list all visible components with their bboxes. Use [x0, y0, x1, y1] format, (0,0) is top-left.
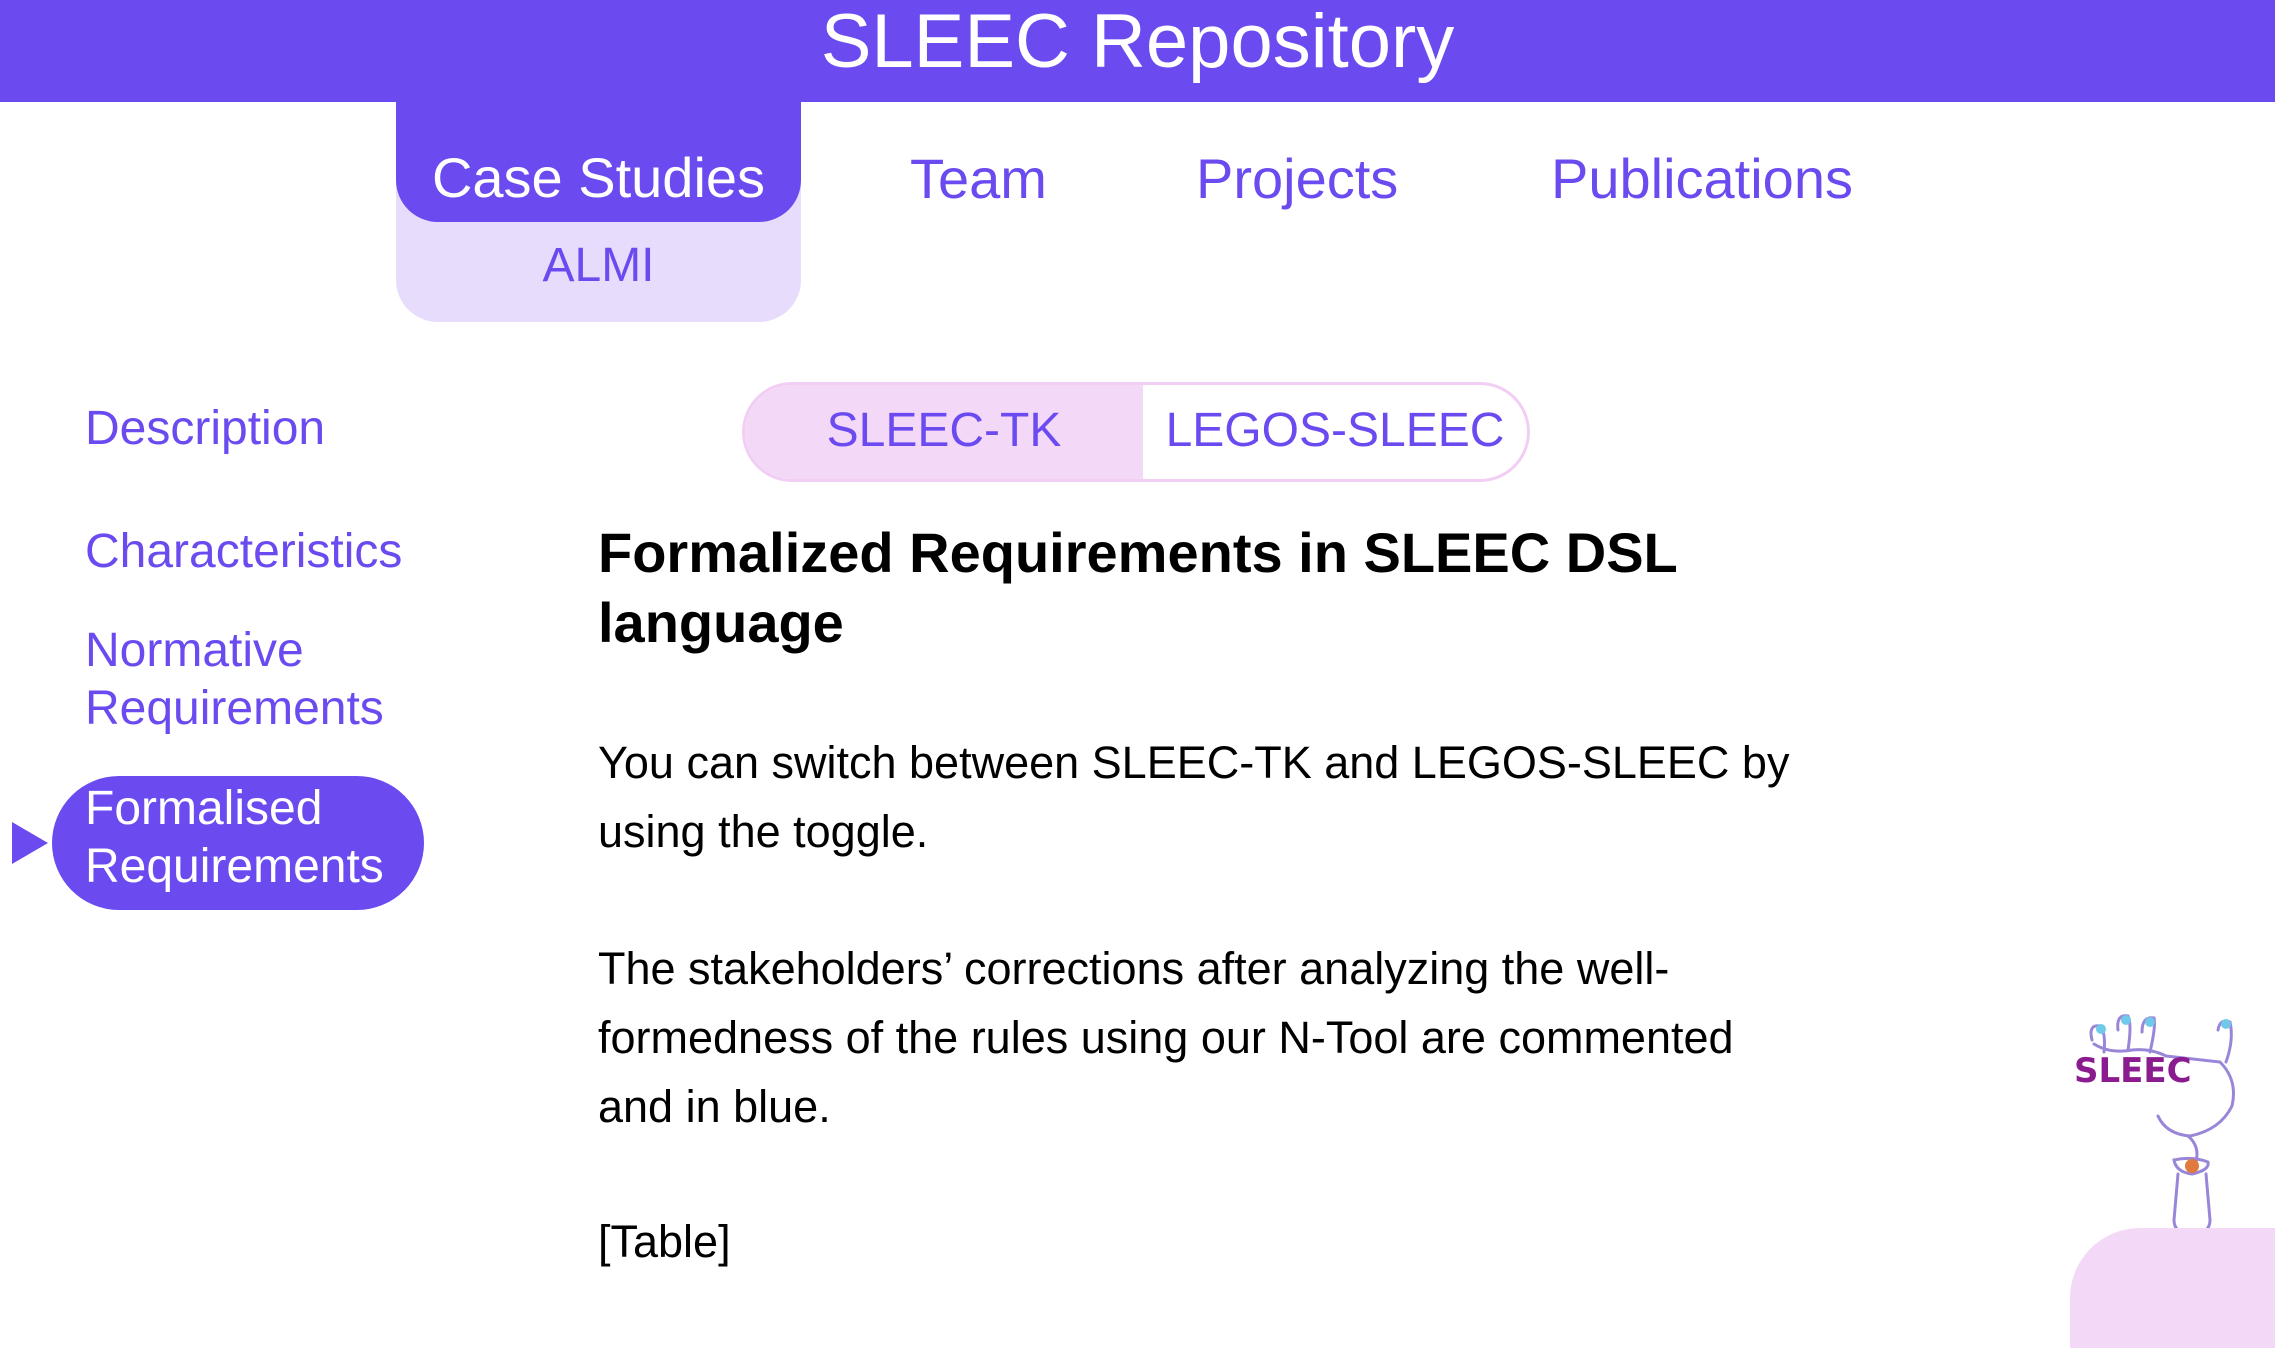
nav-case-studies[interactable]: Case Studies	[396, 102, 801, 222]
nav-projects[interactable]: Projects	[1196, 146, 1398, 212]
sidebar-item-characteristics[interactable]: Characteristics	[85, 523, 402, 581]
sidebar-item-normative-requirements[interactable]: Normative Requirements	[85, 622, 384, 738]
sidebar-item-label-line: Formalised	[85, 782, 323, 835]
sidebar-item-description[interactable]: Description	[85, 400, 325, 458]
sidebar-item-formalised-label: Formalised Requirements	[85, 780, 384, 896]
toggle-option-sleec-tk[interactable]: SLEEC-TK	[745, 385, 1143, 479]
nav-publications[interactable]: Publications	[1551, 146, 1853, 212]
corner-decoration	[2070, 1228, 2275, 1348]
tool-toggle[interactable]: SLEEC-TK LEGOS-SLEEC	[742, 382, 1530, 482]
toggle-option-legos-sleec[interactable]: LEGOS-SLEEC	[1143, 385, 1527, 479]
nav-sub-almi[interactable]: ALMI	[396, 236, 801, 296]
sidebar-item-label-line: Normative	[85, 624, 304, 677]
page-heading: Formalized Requirements in SLEEC DSL lan…	[598, 521, 1677, 654]
sidebar-item-label-line: Requirements	[85, 840, 384, 893]
sleec-logo: SLEEC	[2074, 1014, 2235, 1240]
nav-team[interactable]: Team	[910, 146, 1047, 212]
table-placeholder: [Table]	[598, 1216, 731, 1267]
corrections-paragraph: The stakeholders’ corrections after anal…	[598, 943, 1734, 1132]
intro-paragraph: You can switch between SLEEC-TK and LEGO…	[598, 737, 1790, 857]
svg-text:SLEEC: SLEEC	[2074, 1051, 2192, 1091]
active-pointer-icon	[12, 822, 48, 864]
site-title[interactable]: SLEEC Repository	[0, 0, 2275, 84]
sidebar-item-label-line: Requirements	[85, 682, 384, 735]
